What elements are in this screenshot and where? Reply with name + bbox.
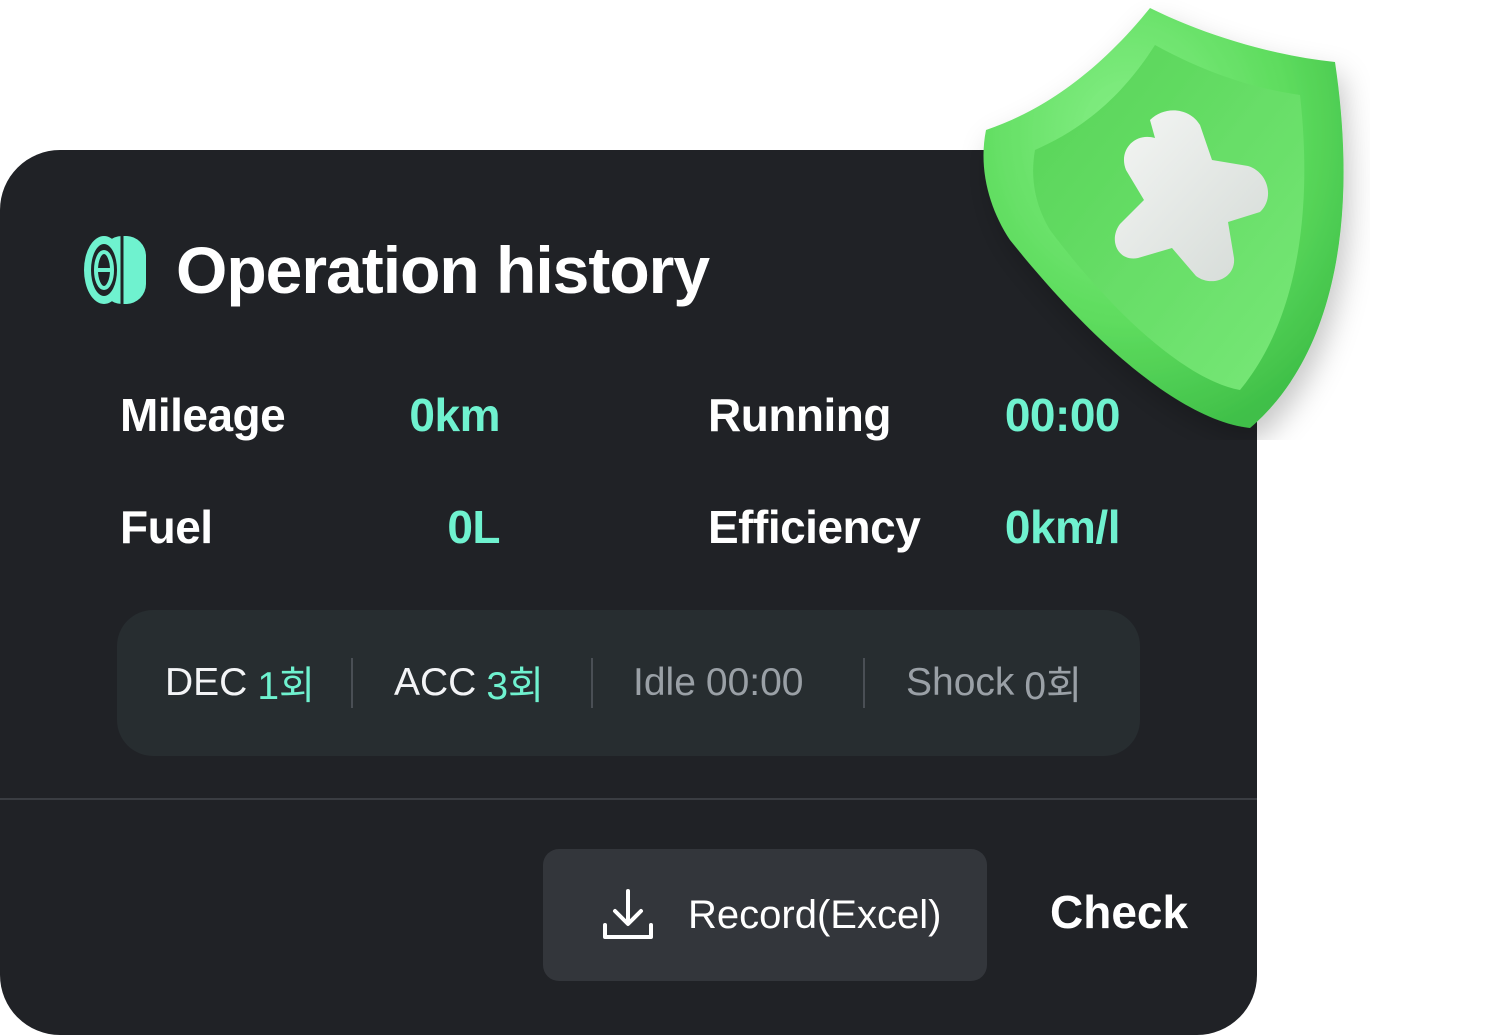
record-excel-label: Record(Excel) (688, 893, 942, 937)
counter-acc-label: ACC (394, 661, 477, 704)
divider (351, 658, 353, 708)
section-divider (0, 798, 1257, 800)
mileage-value: 0km (409, 389, 500, 441)
counter-dec-value: 1회 (257, 665, 315, 708)
check-button[interactable]: Check (1050, 885, 1188, 939)
counter-idle-label: Idle (633, 661, 696, 704)
shield-plus-icon (983, 8, 1344, 428)
download-icon (603, 889, 653, 939)
counter-shock-value: 0회 (1024, 665, 1082, 708)
counter-idle: Idle 00:00 (633, 610, 804, 756)
counter-idle-value: 00:00 (705, 661, 804, 704)
page-title: Operation history (176, 233, 710, 307)
event-counters: DEC 1회 ACC 3회 Idle 00:00 Shock 0회 (117, 610, 1140, 756)
efficiency-value: 0km/l (1004, 501, 1121, 553)
divider (863, 658, 865, 708)
fuel-label: Fuel (120, 501, 213, 553)
fuel-value: 0L (447, 501, 500, 553)
counter-acc-value: 3회 (486, 665, 544, 708)
counter-dec-label: DEC (165, 661, 248, 704)
counter-shock-label: Shock (906, 661, 1015, 704)
stage: Operation history Mileage 0km Running 00… (0, 0, 1500, 1035)
header: Operation history (82, 230, 710, 310)
mileage-label: Mileage (120, 389, 286, 441)
efficiency-label: Efficiency (708, 501, 921, 553)
counter-dec: DEC 1회 (165, 610, 315, 756)
record-excel-button[interactable]: Record(Excel) (543, 849, 987, 981)
counter-acc: ACC 3회 (394, 610, 544, 756)
divider (591, 658, 593, 708)
tire-icon (84, 236, 146, 304)
running-label: Running (708, 389, 892, 441)
counter-shock: Shock 0회 (906, 610, 1082, 756)
